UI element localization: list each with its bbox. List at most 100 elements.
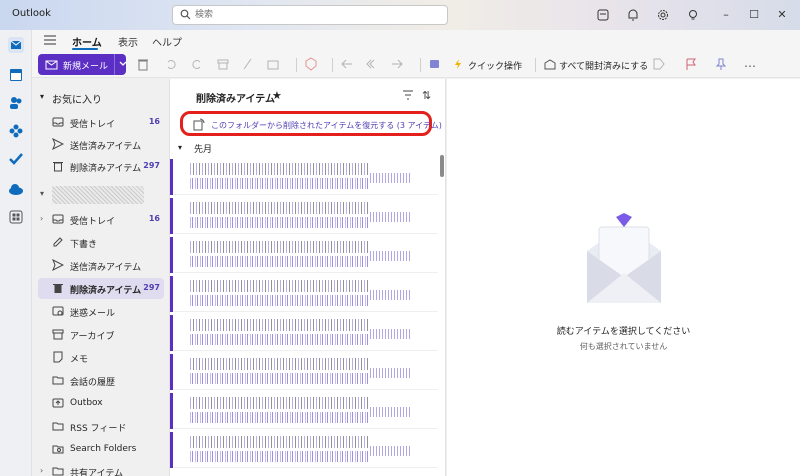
send-icon [52,138,64,150]
search-input[interactable] [195,8,435,22]
message-row[interactable] [170,393,438,429]
folder-item-conversation-history[interactable]: 会話の履歴 [38,370,164,391]
bell-icon[interactable] [626,8,640,22]
folder-item-inbox[interactable]: › 受信トレイ 16 [38,209,164,230]
tab-help[interactable]: ヘルプ [152,34,182,49]
unread-indicator [170,432,173,468]
redacted-text [370,446,412,456]
folder-item-notes[interactable]: メモ [38,347,164,368]
folder-item-rss[interactable]: RSS フィード [38,416,164,437]
redacted-text [190,436,370,448]
empty-state-subtitle: 何も選択されていません [579,342,668,351]
folder-label: 下書き [70,240,98,250]
delete-icon[interactable] [136,57,150,71]
close-button[interactable]: ✕ [774,7,790,23]
folder-item-deleted[interactable]: 削除済みアイテム 297 [38,278,164,299]
restore-icon [193,118,205,131]
people-icon[interactable] [7,94,25,112]
chevron-right-icon[interactable]: › [40,214,43,223]
folder-item-drafts[interactable]: 下書き [38,232,164,253]
unread-indicator [170,237,173,273]
minimize-button[interactable]: – [718,7,734,23]
onedrive-icon[interactable] [7,180,25,198]
more-options-icon[interactable]: … [744,56,758,70]
new-mail-button[interactable]: 新規メール [38,54,128,75]
restore-label: このフォルダーから削除されたアイテムを復元する (3 アイテム) [211,121,442,130]
redacted-text [370,212,412,222]
chevron-down-icon: ▾ [40,92,45,101]
restore-deleted-items-link[interactable]: このフォルダーから削除されたアイテムを復元する (3 アイテム) [180,111,442,136]
forward-icon[interactable] [390,57,404,71]
hamburger-menu-icon[interactable] [44,35,56,45]
mark-all-read-label: すべて開封済みにする [559,62,649,72]
redacted-text [190,241,370,253]
tag-icon[interactable] [652,57,666,71]
redo-icon[interactable] [190,57,204,71]
scrollbar-thumb[interactable] [440,155,444,177]
app-rail [0,30,32,476]
favorite-item-deleted[interactable]: 削除済みアイテム 297 [38,156,164,177]
folder-item-sent[interactable]: 送信済みアイテム [38,255,164,276]
folder-item-outbox[interactable]: Outbox [38,393,164,414]
chevron-right-icon[interactable]: › [40,466,43,475]
calendar-icon[interactable] [7,66,25,84]
message-row[interactable] [170,276,438,312]
todo-icon[interactable] [7,150,25,168]
favorite-item-sent[interactable]: 送信済みアイテム [38,134,164,155]
maximize-button[interactable]: ☐ [746,7,762,23]
redacted-text [370,407,412,417]
trash-icon [53,162,63,172]
scrollbar[interactable] [439,149,445,476]
mail-icon[interactable] [7,36,25,54]
tab-home[interactable]: ホーム [72,34,102,49]
archive-icon[interactable] [216,57,230,71]
undo-icon[interactable] [164,57,178,71]
message-row[interactable] [170,354,438,390]
pin-icon[interactable] [714,57,728,71]
move-to-icon[interactable] [266,57,280,71]
report-icon[interactable] [304,57,318,71]
reading-pane: 読むアイテムを選択してください 何も選択されていません [447,79,800,476]
folder-item-search-folders[interactable]: Search Folders [38,439,164,460]
folder-item-junk[interactable]: 迷惑メール [38,301,164,322]
flag-icon[interactable] [684,57,698,71]
folder-item-shared[interactable]: › 共有アイテム [38,461,164,476]
filter-icon[interactable] [402,90,414,100]
chevron-down-icon: ▾ [178,143,183,152]
message-row[interactable] [170,237,438,273]
message-row[interactable] [170,315,438,351]
groups-icon[interactable] [7,122,25,140]
redacted-text [190,373,370,384]
folder-title: 削除済みアイテム [196,94,275,105]
reply-all-icon[interactable] [366,57,380,71]
message-row[interactable] [170,198,438,234]
folder-item-archive[interactable]: アーカイブ [38,324,164,345]
trash-icon [53,284,63,293]
redacted-text [190,451,370,462]
chevron-down-icon[interactable] [118,58,128,70]
split-divider [114,54,115,75]
message-row[interactable] [170,159,438,195]
chevron-down-icon[interactable]: ▾ [40,189,44,198]
apps-icon[interactable] [7,208,25,226]
my-day-icon[interactable] [596,8,610,22]
folder-label: メモ [70,355,89,365]
empty-envelope-illustration [587,213,661,303]
teams-icon[interactable] [428,57,442,71]
account-name-redacted[interactable] [52,186,144,204]
reply-icon[interactable] [340,57,354,71]
redacted-text [370,290,412,300]
message-row[interactable] [170,432,438,468]
gear-icon[interactable] [656,8,670,22]
app-title: Outlook [12,8,51,19]
redacted-text [370,251,412,261]
sweep-icon[interactable] [240,57,254,71]
lightbulb-icon[interactable] [686,8,700,22]
tab-view[interactable]: 表示 [118,34,138,49]
search-box[interactable] [172,5,448,25]
favorite-item-inbox[interactable]: 受信トレイ 16 [38,112,164,133]
sort-icon[interactable]: ⇅ [422,89,431,102]
star-icon[interactable]: ★ [272,89,282,102]
folder-label: 受信トレイ [70,120,116,130]
folder-label: アーカイブ [70,332,115,342]
